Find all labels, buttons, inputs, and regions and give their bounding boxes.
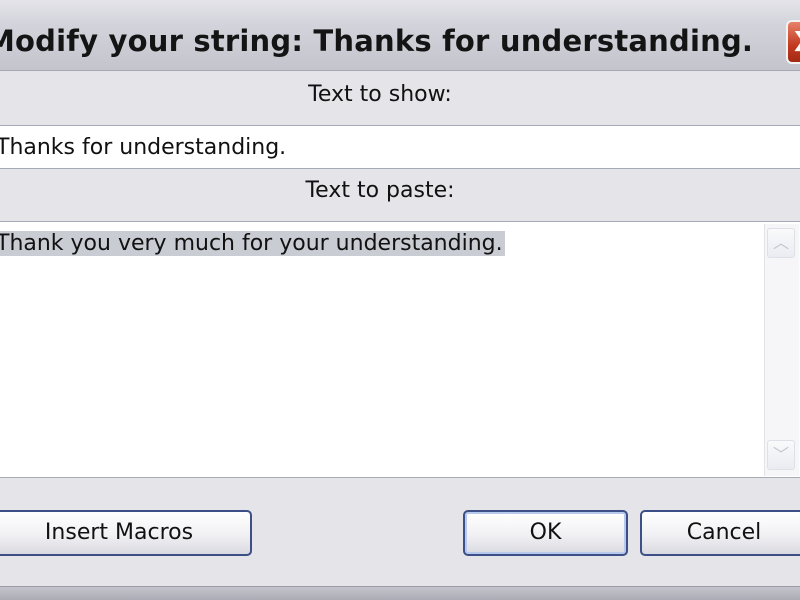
title-bar[interactable]: Modify your string: Thanks for understan… — [0, 0, 800, 71]
ok-button[interactable]: OK — [463, 510, 628, 556]
scroll-up-arrow-icon[interactable]: ︿ — [767, 228, 795, 258]
text-to-paste-label: Text to paste: — [305, 178, 455, 203]
close-button[interactable]: X — [786, 20, 800, 64]
window-title: Modify your string: Thanks for understan… — [0, 24, 754, 58]
text-to-show-label: Text to show: — [308, 82, 452, 107]
close-icon: X — [794, 25, 800, 58]
vertical-scrollbar[interactable]: ︿ ﹀ — [764, 224, 799, 476]
insert-macros-button[interactable]: Insert Macros — [0, 510, 252, 556]
text-to-paste-textarea[interactable]: Thank you very much for your understandi… — [0, 221, 800, 478]
text-to-show-input[interactable]: Thanks for understanding. — [0, 125, 800, 169]
selected-paste-text[interactable]: Thank you very much for your understandi… — [0, 231, 505, 256]
modify-string-dialog: Modify your string: Thanks for understan… — [0, 0, 800, 600]
cancel-button[interactable]: Cancel — [640, 510, 800, 556]
window-bottom-border — [0, 586, 800, 600]
scroll-down-arrow-icon[interactable]: ﹀ — [767, 440, 795, 470]
